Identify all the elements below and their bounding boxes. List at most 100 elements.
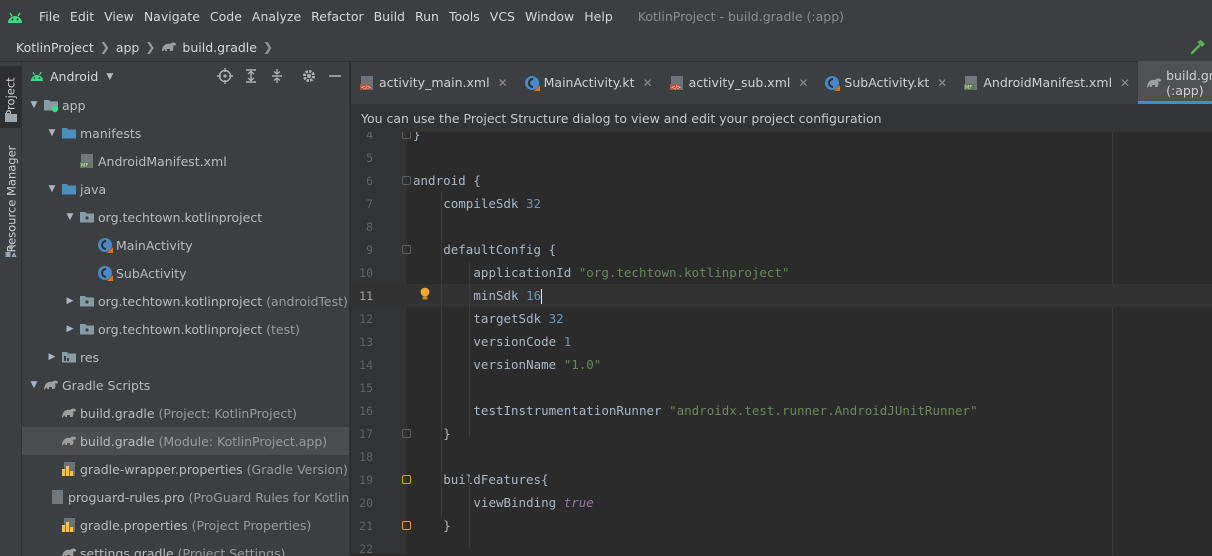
gradle-icon [1146, 75, 1162, 91]
menu-help[interactable]: Help [579, 9, 618, 24]
project-tool-tab-label: Project [4, 77, 19, 117]
hammer-build-icon[interactable] [1190, 39, 1206, 55]
line-number: 19 [359, 472, 373, 487]
tree-item[interactable]: MainActivity [22, 231, 349, 259]
code-text: viewBinding true [473, 495, 593, 510]
indent-guide [469, 477, 470, 547]
tree-item[interactable]: ▶ org.techtown.kotlinproject (androidTest… [22, 287, 349, 315]
chevron-down-icon[interactable]: ▼ [106, 72, 113, 82]
gradle-icon [61, 405, 77, 421]
resource-manager-tool-tab[interactable]: Resource Manager [0, 144, 22, 254]
tree-item-suffix: (androidTest) [262, 293, 348, 309]
tree-item[interactable]: SubActivity [22, 259, 349, 287]
menu-run[interactable]: Run [410, 9, 444, 24]
tree-item-label: res [80, 349, 100, 365]
tree-item-selected[interactable]: build.gradle (Module: KotlinProject.app) [22, 427, 349, 455]
editor-tab[interactable]: SubActivity.kt ✕ [816, 61, 955, 104]
code-token: testInstrumentationRunner [473, 403, 670, 418]
tree-item-label: AndroidManifest.xml [98, 153, 227, 169]
kotlin-class-icon [97, 265, 113, 281]
tree-item[interactable]: ▼ java [22, 175, 349, 203]
tree-item[interactable]: settings.gradle (Project Settings) [22, 539, 349, 556]
chevron-right-icon[interactable]: ▶ [64, 296, 76, 306]
fold-marker-icon[interactable] [402, 245, 411, 254]
menu-analyze[interactable]: Analyze [247, 9, 306, 24]
gear-icon[interactable] [301, 68, 317, 84]
close-icon[interactable]: ✕ [498, 76, 508, 90]
code-token: android { [413, 173, 481, 188]
editor-tab[interactable]: </> activity_sub.xml ✕ [661, 61, 817, 104]
menu-window[interactable]: Window [520, 9, 579, 24]
svg-text:</>: </> [671, 85, 681, 91]
menu-code[interactable]: Code [205, 9, 247, 24]
tree-item[interactable]: build.gradle (Project: KotlinProject) [22, 399, 349, 427]
tree-item-suffix: (test) [262, 321, 300, 337]
menu-edit[interactable]: Edit [65, 9, 99, 24]
indent-guide [469, 262, 470, 437]
tree-item[interactable]: ▶ org.techtown.kotlinproject (test) [22, 315, 349, 343]
close-icon[interactable]: ✕ [643, 76, 653, 90]
project-structure-banner[interactable]: You can use the Project Structure dialog… [351, 105, 1212, 132]
menu-view[interactable]: View [99, 9, 139, 24]
tree-item[interactable]: ▶ res [22, 343, 349, 371]
code-line: 9 defaultConfig { [351, 238, 1212, 261]
lightbulb-icon[interactable] [419, 287, 431, 301]
menu-refactor[interactable]: Refactor [306, 9, 368, 24]
fold-marker-icon[interactable] [402, 429, 411, 438]
tree-item-label: org.techtown.kotlinproject [98, 321, 263, 337]
locate-file-icon[interactable] [217, 68, 233, 84]
fold-marker-icon[interactable] [402, 132, 411, 139]
code-line: 8 [351, 215, 1212, 238]
line-number: 22 [359, 541, 373, 555]
close-icon[interactable]: ✕ [1120, 76, 1130, 90]
breadcrumb-project[interactable]: KotlinProject [16, 40, 94, 55]
collapse-all-icon[interactable] [269, 68, 285, 84]
res-folder-icon [61, 349, 77, 365]
project-view-selector[interactable]: Android [50, 69, 98, 84]
editor-tab[interactable]: MF AndroidManifest.xml ✕ [955, 61, 1138, 104]
tree-item[interactable]: proguard-rules.pro (ProGuard Rules for K… [22, 483, 349, 511]
tree-item[interactable]: ▼ Gradle Scripts [22, 371, 349, 399]
breadcrumb-file[interactable]: build.gradle [161, 40, 257, 55]
tree-item[interactable]: gradle.properties (Project Properties) [22, 511, 349, 539]
chevron-down-icon[interactable]: ▼ [28, 100, 40, 110]
editor-tab-label: build.gradle (:app) [1166, 67, 1212, 98]
fold-marker-icon[interactable] [402, 475, 411, 484]
code-line: 12 targetSdk 32 [351, 307, 1212, 330]
chevron-right-icon[interactable]: ▶ [64, 324, 76, 334]
chevron-right-icon[interactable]: ▶ [46, 352, 58, 362]
menu-navigate[interactable]: Navigate [139, 9, 205, 24]
close-icon[interactable]: ✕ [937, 76, 947, 90]
line-number: 6 [366, 173, 373, 188]
breadcrumb-module[interactable]: app [116, 40, 140, 55]
menu-file[interactable]: File [34, 9, 65, 24]
expand-all-icon[interactable] [243, 68, 259, 84]
line-number: 5 [366, 150, 373, 165]
tree-item[interactable]: ▼ manifests [22, 119, 349, 147]
chevron-down-icon[interactable]: ▼ [46, 184, 58, 194]
menu-build[interactable]: Build [369, 9, 410, 24]
svg-text:</>: </> [361, 85, 371, 91]
editor-tab-label: SubActivity.kt [844, 75, 930, 90]
menu-vcs[interactable]: VCS [485, 9, 520, 24]
chevron-down-icon[interactable]: ▼ [28, 380, 40, 390]
chevron-down-icon[interactable]: ▼ [46, 128, 58, 138]
minimize-icon[interactable] [327, 68, 343, 84]
code-editor[interactable]: 4} 5 6 android {7 compileSdk 32 8 9 defaultConf… [351, 132, 1212, 554]
fold-marker-icon[interactable] [402, 521, 411, 530]
fold-marker-icon[interactable] [402, 176, 411, 185]
editor-tab[interactable]: MainActivity.kt ✕ [516, 61, 661, 104]
tree-item[interactable]: ▼ org.techtown.kotlinproject [22, 203, 349, 231]
layout-xml-icon: </> [669, 75, 685, 91]
code-token: defaultConfig { [443, 242, 557, 257]
editor-tab[interactable]: </> activity_main.xml ✕ [351, 61, 516, 104]
code-line: 20 viewBinding true [351, 491, 1212, 514]
chevron-down-icon[interactable]: ▼ [64, 212, 76, 222]
tree-item[interactable]: ▼ app [22, 91, 349, 119]
close-icon[interactable]: ✕ [798, 76, 808, 90]
tree-item[interactable]: gradle-wrapper.properties (Gradle Versio… [22, 455, 349, 483]
editor-tab[interactable]: build.gradle (:app)✕ [1138, 61, 1212, 104]
tree-item[interactable]: MF AndroidManifest.xml [22, 147, 349, 175]
menu-tools[interactable]: Tools [444, 9, 485, 24]
editor-tab-label: AndroidManifest.xml [983, 75, 1113, 90]
